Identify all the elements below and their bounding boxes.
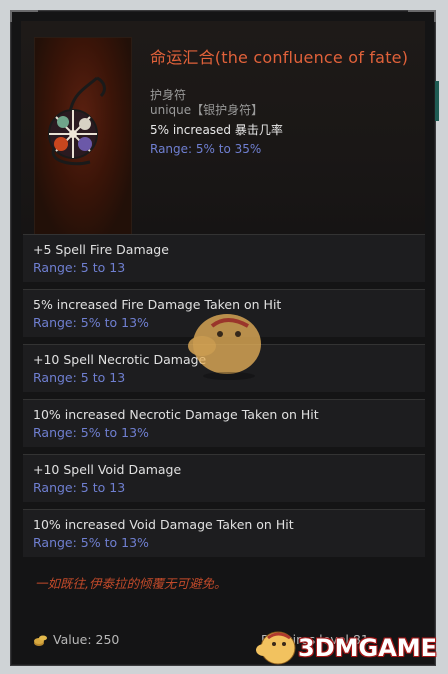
implicit-range: Range: 5% to 35% (150, 142, 262, 156)
edge-accent (435, 81, 439, 121)
coin-icon (34, 635, 47, 646)
implicit-stat: 5% increased 暴击几率 (150, 123, 283, 137)
affix-name: +10 Spell Void Damage (33, 462, 182, 477)
affix-row: +10 Spell Void Damage Range: 5 to 13 (23, 454, 425, 502)
affix-range: Range: 5% to 13% (33, 535, 149, 550)
watermark-text: 3DMGAME (298, 634, 438, 662)
affix-row: 10% increased Void Damage Taken on Hit R… (23, 509, 425, 557)
affix-range: Range: 5 to 13 (33, 260, 126, 275)
site-watermark: 3DMGAME (254, 620, 440, 670)
item-value: Value: 250 (53, 632, 120, 647)
amulet-icon (34, 37, 132, 235)
affix-name: 10% increased Void Damage Taken on Hit (33, 517, 294, 532)
item-header: 命运汇合(the confluence of fate) 护身符 unique【… (21, 21, 425, 235)
affix-name: 10% increased Necrotic Damage Taken on H… (33, 407, 319, 422)
affix-row: 10% increased Necrotic Damage Taken on H… (23, 399, 425, 447)
item-rarity: unique【银护身符】 (150, 103, 264, 117)
affix-range: Range: 5 to 13 (33, 370, 126, 385)
affix-row: +5 Spell Fire Damage Range: 5 to 13 (23, 234, 425, 282)
affix-range: Range: 5 to 13 (33, 480, 126, 495)
affix-range: Range: 5% to 13% (33, 425, 149, 440)
mascot-icon (188, 314, 261, 380)
affix-range: Range: 5% to 13% (33, 315, 149, 330)
mascot-icon (256, 631, 296, 665)
flavor-text: 一如既往,伊泰拉的倾覆无可避免。 (35, 576, 227, 591)
item-title: 命运汇合(the confluence of fate) (150, 48, 409, 67)
affix-name: +5 Spell Fire Damage (33, 242, 169, 257)
